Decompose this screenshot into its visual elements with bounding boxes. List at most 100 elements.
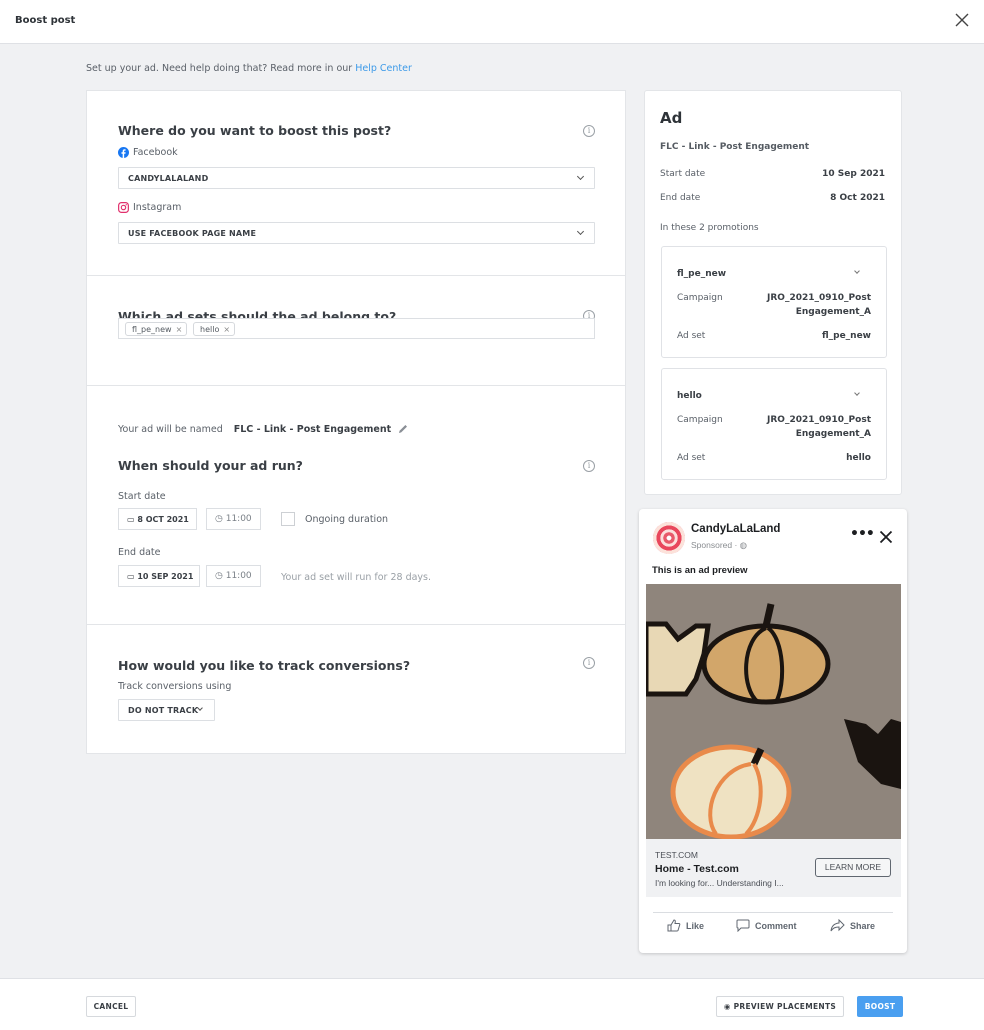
cookies-illustration <box>646 584 901 839</box>
placement-heading: Where do you want to boost this post? <box>118 123 392 138</box>
summary-end-value: 8 Oct 2021 <box>830 193 885 203</box>
promotion-name: fl_pe_new <box>677 269 727 279</box>
conversion-tracking-select[interactable]: DO NOT TRACK <box>118 699 215 721</box>
instagram-icon <box>118 202 129 213</box>
remove-tag-icon[interactable]: × <box>176 325 183 334</box>
like-label: Like <box>686 920 705 931</box>
start-time-value: 11:00 <box>225 514 252 524</box>
schedule-section: Your ad will be named FLC - Link - Post … <box>87 386 625 625</box>
comment-label: Comment <box>755 920 797 931</box>
chevron-down-icon[interactable] <box>854 390 860 396</box>
ad-summary-title: Ad <box>660 109 683 127</box>
link-domain: TEST.COM <box>655 850 698 860</box>
comment-button[interactable]: Comment <box>736 919 797 932</box>
start-date-picker[interactable]: ▭ 8 OCT 2021 <box>118 508 197 530</box>
more-options-icon[interactable]: ••• <box>850 526 875 542</box>
placement-section: Where do you want to boost this post? i … <box>87 91 625 276</box>
share-label: Share <box>850 920 876 931</box>
ad-preview-text: This is an ad preview <box>652 565 748 576</box>
ongoing-duration-label: Ongoing duration <box>305 514 389 525</box>
ad-image <box>646 584 901 839</box>
instagram-account-select[interactable]: USE FACEBOOK PAGE NAME <box>118 222 595 244</box>
promotions-label: In these 2 promotions <box>660 223 759 233</box>
cancel-button[interactable]: CANCEL <box>86 996 136 1017</box>
adset-value: fl_pe_new <box>821 331 871 341</box>
page-avatar <box>653 522 685 554</box>
remove-tag-icon[interactable]: × <box>223 325 230 334</box>
conversions-heading: How would you like to track conversions? <box>118 658 411 673</box>
instagram-label: Instagram <box>118 202 181 213</box>
calendar-icon: ▭ <box>127 515 138 524</box>
campaign-label: Campaign <box>677 293 723 303</box>
share-button[interactable]: Share <box>830 919 875 932</box>
close-preview-icon[interactable] <box>879 530 893 544</box>
facebook-page-value: CANDYLALALAND <box>128 174 209 183</box>
ongoing-duration-checkbox[interactable] <box>281 512 295 526</box>
facebook-icon <box>118 147 129 158</box>
intro-text: Set up your ad. Need help doing that? Re… <box>86 63 412 74</box>
info-icon[interactable]: i <box>583 125 595 137</box>
instagram-label-text: Instagram <box>133 202 182 213</box>
divider <box>653 912 893 913</box>
help-center-link[interactable]: Help Center <box>355 63 412 74</box>
promotion-item[interactable]: hello Campaign JRO_2021_0910_Post Engage… <box>661 368 887 480</box>
sponsored-label: Sponsored · ◍ <box>691 540 747 551</box>
close-icon[interactable] <box>954 12 970 28</box>
modal-title: Boost post <box>15 15 76 26</box>
ad-name-value: FLC - Link - Post Engagement <box>233 423 392 435</box>
adset-tag-label: hello <box>200 325 220 334</box>
modal-header: Boost post <box>0 0 984 44</box>
start-date-value: 8 OCT 2021 <box>137 515 189 524</box>
campaign-value-line2: Engagement_A <box>795 429 871 439</box>
preview-placements-label: PREVIEW PLACEMENTS <box>733 1002 837 1011</box>
end-time-picker[interactable]: ◷ 11:00 <box>206 565 261 587</box>
ad-summary-name: FLC - Link - Post Engagement <box>660 142 810 152</box>
summary-end-label: End date <box>660 193 701 203</box>
ad-name-row: Your ad will be named FLC - Link - Post … <box>118 423 409 435</box>
end-date-label: End date <box>118 547 161 558</box>
campaign-label: Campaign <box>677 415 723 425</box>
boost-button[interactable]: BOOST <box>857 996 903 1017</box>
like-button[interactable]: Like <box>667 919 704 932</box>
info-icon[interactable]: i <box>583 460 595 472</box>
adset-tag: fl_pe_new × <box>125 322 188 336</box>
start-time-picker[interactable]: ◷ 11:00 <box>206 508 261 530</box>
ad-summary-card: Ad FLC - Link - Post Engagement Start da… <box>644 90 902 495</box>
adsets-tag-input[interactable]: fl_pe_new × hello × <box>118 318 595 339</box>
info-icon[interactable]: i <box>583 657 595 669</box>
facebook-page-select[interactable]: CANDYLALALAND <box>118 167 595 189</box>
link-preview[interactable]: TEST.COM Home - Test.com I'm looking for… <box>646 839 901 897</box>
eye-icon: ◉ <box>723 1002 734 1011</box>
adset-tag: hello × <box>193 322 236 336</box>
adset-value: hello <box>846 453 871 463</box>
end-time-value: 11:00 <box>225 571 252 581</box>
sponsored-text: Sponsored · <box>691 540 740 550</box>
boost-form: Where do you want to boost this post? i … <box>86 90 626 754</box>
clock-icon: ◷ <box>215 571 226 581</box>
comment-icon <box>736 919 750 932</box>
ad-preview: CandyLaLaLand Sponsored · ◍ ••• This is … <box>639 509 907 953</box>
pencil-icon[interactable] <box>397 423 409 435</box>
chevron-down-icon[interactable] <box>854 268 860 274</box>
ad-name-label: Your ad will be named <box>118 423 223 435</box>
campaign-value-line2: Engagement_A <box>795 307 871 317</box>
promotion-item[interactable]: fl_pe_new Campaign JRO_2021_0910_Post En… <box>661 246 887 358</box>
adset-tag-label: fl_pe_new <box>132 325 172 334</box>
globe-icon: ◍ <box>739 540 748 550</box>
modal-footer: CANCEL ◉ PREVIEW PLACEMENTS BOOST <box>0 978 984 1030</box>
campaign-value-line1: JRO_2021_0910_Post <box>767 415 871 425</box>
end-date-picker[interactable]: ▭ 10 SEP 2021 <box>118 565 200 587</box>
adset-label: Ad set <box>677 453 706 463</box>
promotion-name: hello <box>677 391 702 401</box>
start-date-label: Start date <box>118 491 166 502</box>
preview-placements-button[interactable]: ◉ PREVIEW PLACEMENTS <box>716 996 844 1017</box>
conversions-label: Track conversions using <box>118 681 232 692</box>
end-date-value: 10 SEP 2021 <box>137 572 194 581</box>
chevron-down-icon <box>576 172 585 181</box>
campaign-value-line1: JRO_2021_0910_Post <box>767 293 871 303</box>
instagram-account-value: USE FACEBOOK PAGE NAME <box>128 229 257 238</box>
chevron-down-icon <box>576 227 585 236</box>
page-name: CandyLaLaLand <box>691 523 781 535</box>
learn-more-button[interactable]: LEARN MORE <box>815 858 891 877</box>
facebook-label: Facebook <box>118 147 178 158</box>
